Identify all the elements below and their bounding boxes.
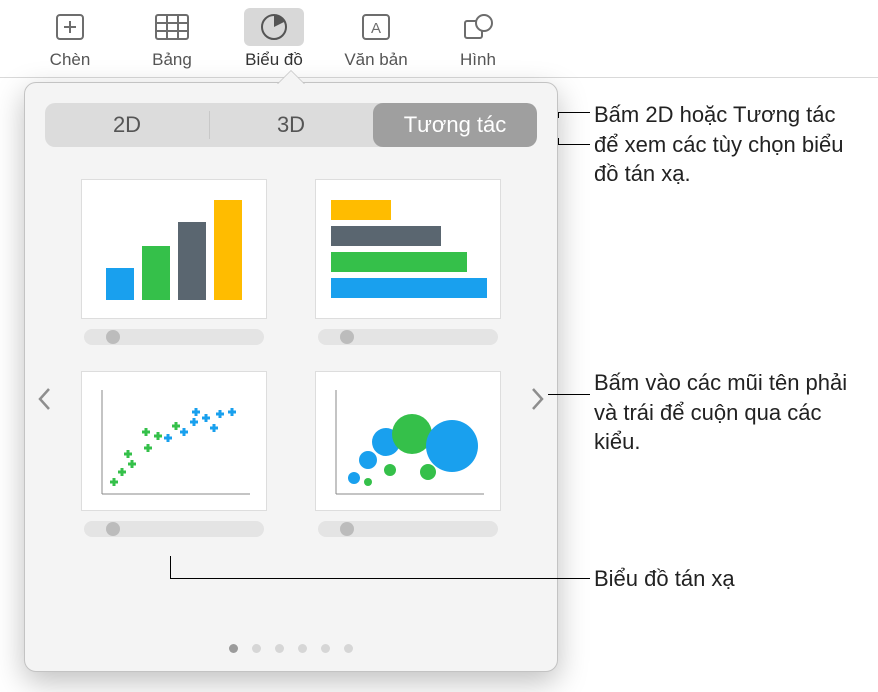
callout-middle: Bấm vào các mũi tên phải và trái để cuộn… [594,368,874,457]
table-label: Bảng [152,50,192,70]
table-button[interactable]: Bảng [132,4,212,70]
shape-icon [462,13,494,41]
callout-top: Bấm 2D hoặc Tương tác để xem các tùy chọ… [594,100,854,189]
page-dot[interactable] [298,644,307,653]
page-dot[interactable] [252,644,261,653]
page-dots[interactable] [25,644,557,653]
tab-interactive[interactable]: Tương tác [373,103,537,147]
option-slider[interactable] [84,329,264,345]
option-slider[interactable] [318,329,498,345]
chart-option-bar[interactable] [309,179,507,345]
text-label: Văn bản [344,50,407,70]
insert-button[interactable]: Chèn [30,4,110,70]
tab-2d[interactable]: 2D [45,103,209,147]
chevron-left-icon [37,387,51,411]
table-icon [155,14,189,40]
page-dot[interactable] [344,644,353,653]
page-dot[interactable] [229,644,238,653]
chart-option-scatter[interactable] [75,371,273,537]
chart-button[interactable]: Biểu đồ [234,4,314,70]
insert-label: Chèn [50,50,91,70]
shape-label: Hình [460,50,496,70]
text-button[interactable]: A Văn bản [336,4,416,70]
next-style-arrow[interactable] [525,379,551,419]
chart-option-bubble[interactable] [309,371,507,537]
chevron-right-icon [531,387,545,411]
prev-style-arrow[interactable] [31,379,57,419]
chart-type-segmented: 2D 3D Tương tác [45,103,537,147]
chart-popover: 2D 3D Tương tác [24,82,558,672]
pie-chart-icon [259,12,289,42]
option-slider[interactable] [84,521,264,537]
chart-label: Biểu đồ [245,50,303,70]
page-dot[interactable] [321,644,330,653]
toolbar: Chèn Bảng Biểu đồ A Văn bản Hình [0,0,878,78]
option-slider[interactable] [318,521,498,537]
text-icon: A [361,13,391,41]
tab-3d[interactable]: 3D [209,103,373,147]
insert-icon [55,13,85,41]
callout-bottom: Biểu đồ tán xạ [594,564,854,594]
shape-button[interactable]: Hình [438,4,518,70]
svg-text:A: A [371,20,381,37]
chart-option-column[interactable] [75,179,273,345]
page-dot[interactable] [275,644,284,653]
